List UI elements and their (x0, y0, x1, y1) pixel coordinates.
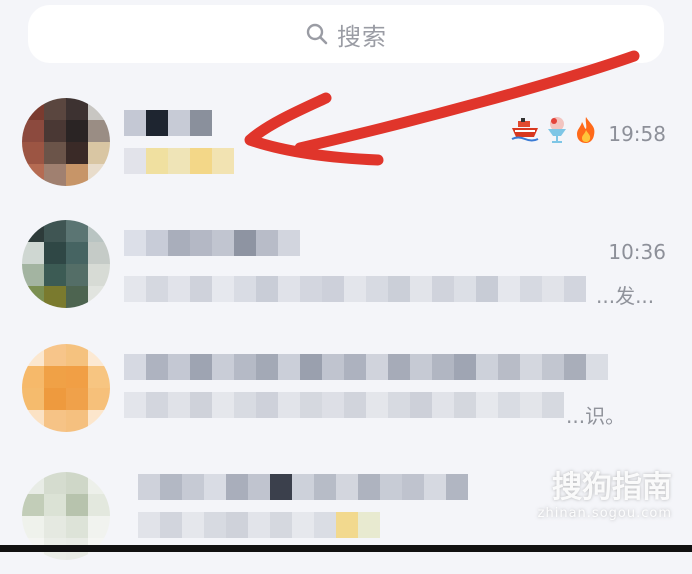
contact-name-blurred (124, 110, 212, 136)
shaved-ice-icon (548, 117, 566, 143)
avatar (22, 220, 110, 308)
chat-row[interactable]: 19:58 (0, 78, 692, 196)
contact-name-blurred (124, 230, 300, 256)
search-bar[interactable]: 搜索 (28, 5, 664, 63)
chat-row[interactable]: 10:36 ...发... (0, 204, 692, 322)
chat-row[interactable]: ...识。 (0, 330, 692, 448)
message-preview-blurred (124, 148, 234, 174)
message-preview-blurred (124, 276, 586, 302)
chat-time: 19:58 (608, 122, 666, 146)
contact-name-blurred (138, 474, 468, 500)
search-placeholder: 搜索 (337, 22, 387, 51)
message-preview-blurred (124, 392, 564, 418)
search-icon (306, 23, 328, 45)
avatar (22, 344, 110, 432)
contact-name-blurred (124, 354, 608, 380)
message-preview-tail: ...发... (596, 284, 655, 308)
chat-time: 10:36 (608, 240, 666, 264)
flame-icon (577, 117, 595, 143)
watermark-url: zhinan.sogou.com (537, 506, 672, 521)
message-preview-blurred (138, 512, 380, 538)
watermark-main: 搜狗指南 (552, 470, 672, 505)
bottom-edge (0, 545, 692, 552)
status-badges (510, 116, 598, 144)
avatar (22, 98, 110, 186)
ship-icon (511, 118, 539, 142)
message-preview-tail: ...识。 (566, 404, 626, 428)
watermark: 搜狗指南 zhinan.sogou.com (538, 462, 672, 521)
